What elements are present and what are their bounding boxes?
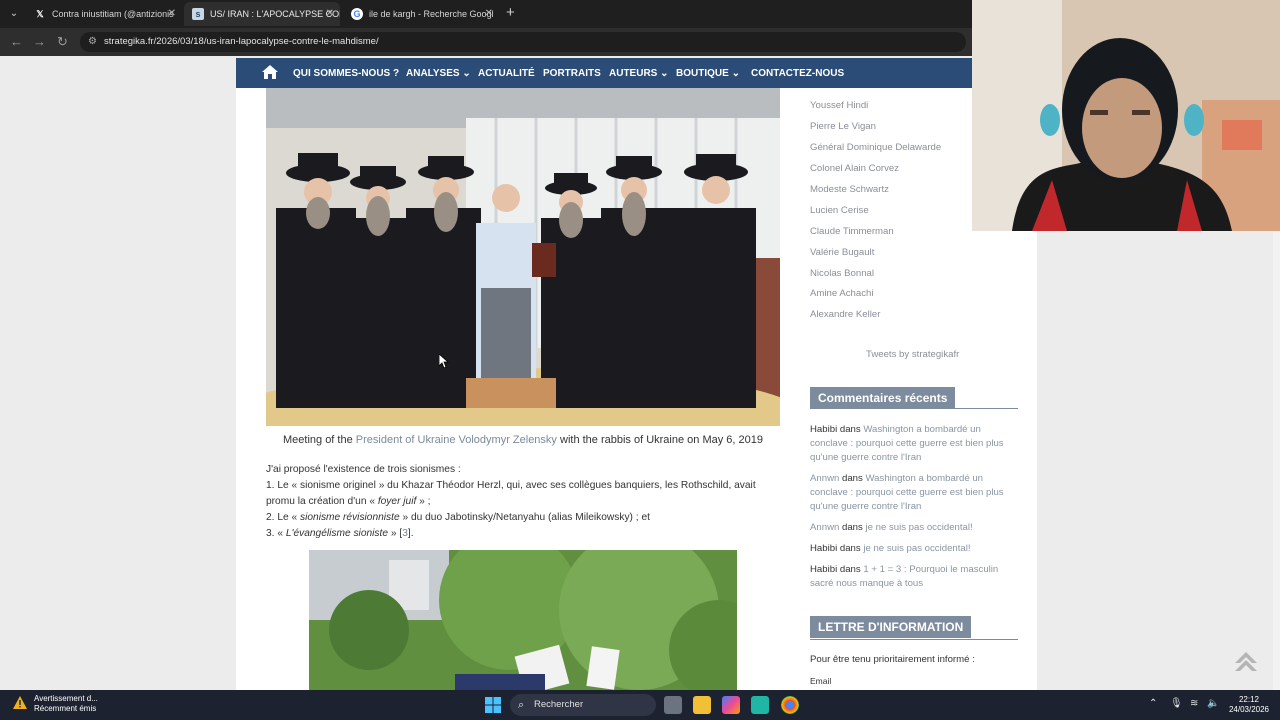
sidebar-author-link[interactable]: Youssef Hindi — [810, 100, 868, 111]
sidebar-author-link[interactable]: Général Dominique Delawarde — [810, 142, 941, 153]
tab-contra-iniustitiam[interactable]: 𝕏 Contra iniustitiam (@antizionis ✕ — [26, 2, 182, 26]
sidebar-author-link[interactable]: Claude Timmerman — [810, 226, 894, 237]
sidebar-author-link[interactable]: Alexandre Keller — [810, 309, 880, 320]
strategika-favicon-icon: s — [192, 8, 204, 20]
tab-google-search[interactable]: G ile de kargh - Recherche Googl ✕ — [343, 2, 499, 26]
sidebar-author-link[interactable]: Nicolas Bonnal — [810, 268, 874, 279]
comment-post-link[interactable]: je ne suis pas occidental! — [863, 543, 970, 554]
taskbar-clock[interactable]: 22:12 24/03/2026 — [1226, 695, 1272, 715]
sidebar-author-link[interactable]: Amine Achachi — [810, 288, 873, 299]
article-paragraph: J'ai proposé l'existence de trois sionis… — [266, 464, 461, 475]
divider — [810, 408, 1018, 409]
scroll-to-top-icon[interactable] — [1233, 648, 1259, 674]
tab-strategika-article[interactable]: s US/ IRAN : L'APOCALYPSE CON ✕ — [184, 2, 340, 26]
forward-arrow-icon[interactable]: → — [33, 34, 46, 50]
reload-icon[interactable]: ↻ — [57, 34, 68, 50]
new-tab-button[interactable]: + — [506, 4, 515, 22]
chevron-up-icon[interactable]: ⌃ — [1149, 698, 1157, 710]
url-bar[interactable]: ⚙ strategika.fr/2026/03/18/us-iran-lapoc… — [80, 32, 966, 52]
recent-comments-title: Commentaires récents — [810, 387, 956, 409]
list-item: Annwn dans Washington a bombardé un conc… — [810, 473, 1004, 512]
tab-search-chevron-icon[interactable]: ⌄ — [6, 6, 22, 22]
home-icon[interactable] — [262, 65, 278, 79]
zelensky-link[interactable]: President of Ukraine Volodymyr Zelensky — [356, 434, 557, 446]
search-icon: ⌕ — [518, 699, 525, 711]
nav-qui-sommes-nous[interactable]: QUI SOMMES-NOUS ? — [293, 58, 399, 88]
mouse-cursor-icon — [439, 354, 449, 368]
copilot-icon[interactable] — [722, 696, 740, 714]
comment-author-link[interactable]: Annwn — [810, 473, 839, 484]
newsletter-text: Pour être tenu prioritairement informé : — [810, 654, 975, 665]
email-label: Email — [810, 676, 832, 686]
windows-start-icon[interactable] — [484, 696, 502, 714]
list-item: promu la création d'un « foyer juif » ; — [266, 496, 431, 507]
article-body: J'ai proposé l'existence de trois sionis… — [266, 462, 786, 542]
wifi-icon[interactable]: ≋ — [1190, 698, 1198, 710]
nav-analyses[interactable]: ANALYSES ⌄ — [406, 58, 471, 88]
browser-tab-strip: ⌄ 𝕏 Contra iniustitiam (@antizionis ✕ s … — [0, 0, 972, 28]
nav-boutique[interactable]: BOUTIQUE ⌄ — [676, 58, 740, 88]
chevron-down-icon: ⌄ — [462, 68, 471, 79]
close-icon[interactable]: ✕ — [326, 2, 334, 26]
list-item: 2. Le « sionisme révisionniste » du duo … — [266, 512, 650, 523]
address-toolbar: ← → ↻ ⚙ strategika.fr/2026/03/18/us-iran… — [0, 28, 972, 56]
back-arrow-icon[interactable]: ← — [10, 34, 23, 50]
divider — [810, 639, 1018, 640]
task-view-icon[interactable] — [664, 696, 682, 714]
windows-taskbar: Avertissement d... Récemment émis ⌕ Rech… — [0, 690, 1280, 720]
site-info-icon[interactable]: ⚙ — [88, 32, 97, 52]
webcam-overlay — [972, 0, 1280, 231]
volume-icon[interactable]: 🔈 — [1207, 698, 1219, 710]
list-item: Annwn dans je ne suis pas occidental! — [810, 522, 973, 533]
microphone-icon[interactable]: 🎙 — [1170, 698, 1183, 710]
sidebar-author-link[interactable]: Valérie Bugault — [810, 247, 874, 258]
article-photo-street — [309, 550, 737, 690]
strategika-page: QUI SOMMES-NOUS ? ANALYSES ⌄ ACTUALITÉ P… — [236, 58, 1037, 690]
sidebar-author-link[interactable]: Colonel Alain Corvez — [810, 163, 899, 174]
nav-contactez-nous[interactable]: CONTACTEZ-NOUS — [751, 58, 844, 88]
page-scrollbar[interactable] — [1273, 232, 1280, 692]
taskbar-search-input[interactable]: ⌕ Rechercher — [510, 694, 656, 716]
close-icon[interactable]: ✕ — [168, 2, 176, 26]
chrome-icon[interactable] — [781, 696, 799, 714]
list-item: Habibi dans 1 + 1 = 3 : Pourquoi le masc… — [810, 564, 999, 589]
warning-icon — [13, 696, 27, 709]
nav-auteurs[interactable]: AUTEURS ⌄ — [609, 58, 669, 88]
list-item: Habibi dans je ne suis pas occidental! — [810, 543, 971, 554]
article-photo-meeting — [266, 88, 780, 426]
chevron-down-icon: ⌄ — [731, 68, 740, 79]
x-logo-icon: 𝕏 — [36, 9, 44, 19]
comment-post-link[interactable]: je ne suis pas occidental! — [865, 522, 972, 533]
photo-caption: Meeting of the President of Ukraine Volo… — [283, 434, 763, 446]
list-item: 1. Le « sionisme originel » du Khazar Th… — [266, 480, 756, 491]
main-navigation: QUI SOMMES-NOUS ? ANALYSES ⌄ ACTUALITÉ P… — [236, 58, 972, 88]
chevron-down-icon: ⌄ — [660, 68, 669, 79]
newsletter-title: LETTRE D'INFORMATION — [810, 616, 972, 638]
app-icon[interactable] — [751, 696, 769, 714]
sidebar-author-link[interactable]: Pierre Le Vigan — [810, 121, 876, 132]
close-icon[interactable]: ✕ — [485, 2, 493, 26]
google-favicon-icon: G — [351, 8, 363, 20]
comment-author-link[interactable]: Annwn — [810, 522, 839, 533]
tweets-link[interactable]: Tweets by strategikafr — [866, 349, 959, 360]
list-item: 3. « L'évangélisme sioniste » [3]. — [266, 528, 414, 539]
sidebar-author-link[interactable]: Modeste Schwartz — [810, 184, 889, 195]
nav-portraits[interactable]: PORTRAITS — [543, 58, 601, 88]
nav-actualite[interactable]: ACTUALITÉ — [478, 58, 535, 88]
list-item: Habibi dans Washington a bombardé un con… — [810, 424, 1004, 463]
sidebar-author-link[interactable]: Lucien Cerise — [810, 205, 869, 216]
notification-widget[interactable]: Avertissement d... Récemment émis — [12, 694, 98, 714]
file-explorer-icon[interactable] — [693, 696, 711, 714]
